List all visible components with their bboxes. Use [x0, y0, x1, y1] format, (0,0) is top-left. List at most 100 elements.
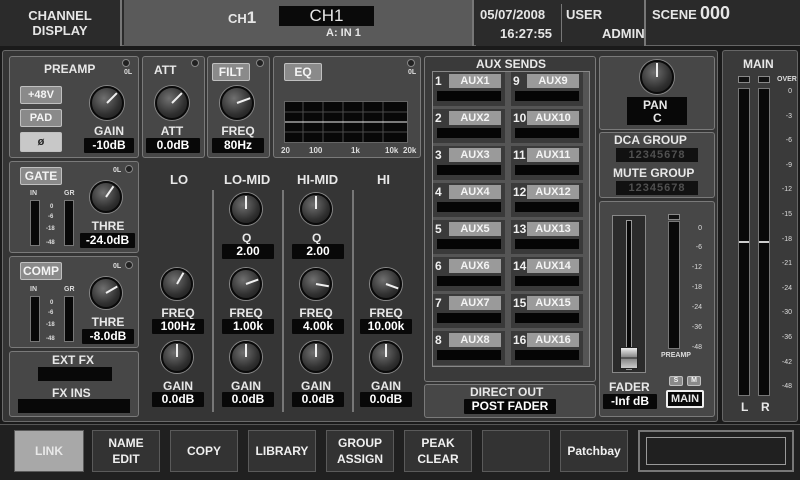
link-button[interactable]: LINK: [14, 430, 84, 472]
screen-title: CHANNEL DISPLAY: [0, 0, 122, 46]
aux-send-level-bar[interactable]: [437, 128, 501, 138]
aux-send-level-bar[interactable]: [437, 202, 501, 212]
fx-ins-label: FX INS: [52, 386, 91, 400]
mute-group-digits[interactable]: 12345678: [616, 181, 698, 195]
aux-send-1[interactable]: 1 AUX1: [433, 72, 505, 106]
aux-send-12[interactable]: 12 AUX12: [511, 183, 583, 217]
direct-out-title: DIRECT OUT: [470, 385, 544, 399]
aux-send-level-bar[interactable]: [437, 350, 501, 360]
himid-gain-knob[interactable]: [300, 341, 332, 373]
gate-thre-label: THRE: [91, 219, 125, 233]
lo-freq-knob[interactable]: [161, 268, 193, 300]
aux-send-2[interactable]: 2 AUX2: [433, 109, 505, 143]
aux-send-level-bar[interactable]: [437, 313, 501, 323]
aux-send-level-bar[interactable]: [515, 239, 579, 249]
aux-send-7[interactable]: 7 AUX7: [433, 294, 505, 328]
aux-send-6[interactable]: 6 AUX6: [433, 257, 505, 291]
preamp-ol-label: 0L: [124, 69, 133, 76]
hi-freq-knob[interactable]: [370, 268, 402, 300]
blank-button[interactable]: [482, 430, 550, 472]
aux-send-number: 2: [435, 111, 442, 125]
eq-graph[interactable]: [284, 101, 408, 143]
solo-button[interactable]: S: [669, 376, 683, 386]
pad-button[interactable]: PAD: [20, 109, 62, 127]
aux-send-level-bar[interactable]: [515, 165, 579, 175]
eq-axis-100: 100: [309, 146, 323, 155]
lomid-freq-knob[interactable]: [230, 268, 262, 300]
lo-freq-label: FREQ: [161, 306, 195, 320]
aux-send-16[interactable]: 16 AUX16: [511, 331, 583, 365]
comp-gr-meter: [64, 296, 74, 342]
aux-send-level-bar[interactable]: [437, 239, 501, 249]
aux-send-level-bar[interactable]: [515, 276, 579, 286]
aux-send-level-bar[interactable]: [437, 276, 501, 286]
aux-send-11[interactable]: 11 AUX11: [511, 146, 583, 180]
aux-send-number: 12: [513, 185, 527, 199]
fader-scale-tick: -36: [691, 324, 702, 331]
name-edit-button[interactable]: NAME EDIT: [92, 430, 160, 472]
aux-send-level-bar[interactable]: [515, 202, 579, 212]
channel-name-field[interactable]: CH1: [279, 6, 374, 26]
aux-send-3[interactable]: 3 AUX3: [433, 146, 505, 180]
att-value: 0.0dB: [146, 138, 200, 153]
eq-band-divider-3: [352, 190, 354, 412]
aux-send-level-bar[interactable]: [515, 313, 579, 323]
aux-send-level-bar[interactable]: [437, 165, 501, 175]
aux-send-number: 4: [435, 185, 442, 199]
att-knob[interactable]: [155, 86, 189, 120]
lomid-gain-label: GAIN: [231, 379, 261, 393]
peak-clear-button[interactable]: PEAK CLEAR: [404, 430, 472, 472]
aux-send-4[interactable]: 4 AUX4: [433, 183, 505, 217]
dca-group-digits[interactable]: 12345678: [616, 148, 698, 162]
aux-send-9[interactable]: 9 AUX9: [511, 72, 583, 106]
patchbay-button[interactable]: Patchbay: [560, 430, 628, 472]
gain-knob[interactable]: [90, 86, 124, 120]
aux-send-level-bar[interactable]: [515, 91, 579, 101]
lo-gain-knob[interactable]: [161, 341, 193, 373]
himid-q-knob[interactable]: [300, 193, 332, 225]
aux-send-10[interactable]: 10 AUX10: [511, 109, 583, 143]
pan-knob[interactable]: [640, 60, 674, 94]
hi-freq-label: FREQ: [369, 306, 403, 320]
main-assign-button[interactable]: MAIN: [666, 390, 704, 408]
phantom-48v-button[interactable]: +48V: [20, 86, 62, 104]
aux-send-number: 7: [435, 296, 442, 310]
gate-thre-knob[interactable]: [90, 181, 122, 213]
main-over-l: [738, 76, 750, 83]
comp-button[interactable]: COMP: [20, 262, 62, 280]
fader-scale-tick: -24: [691, 304, 702, 311]
direct-out-value[interactable]: POST FADER: [464, 399, 556, 414]
lomid-gain-knob[interactable]: [230, 341, 262, 373]
aux-send-level-bar[interactable]: [515, 350, 579, 360]
phase-button[interactable]: ø: [20, 132, 62, 152]
eq-button[interactable]: EQ: [284, 63, 322, 81]
aux-send-level-bar[interactable]: [515, 128, 579, 138]
filt-button[interactable]: FILT: [212, 63, 250, 81]
copy-button[interactable]: COPY: [170, 430, 238, 472]
lomid-q-knob[interactable]: [230, 193, 262, 225]
himid-freq-knob[interactable]: [300, 268, 332, 300]
gate-scale-6: -6: [48, 214, 54, 220]
library-button[interactable]: LIBRARY: [248, 430, 316, 472]
filt-freq-knob[interactable]: [220, 86, 254, 120]
gate-ol-label: 0L: [113, 167, 122, 174]
ext-fx-field[interactable]: [38, 367, 112, 381]
fader-knob[interactable]: [620, 347, 638, 370]
comp-thre-knob[interactable]: [90, 277, 122, 309]
scene-number[interactable]: 000: [700, 3, 730, 24]
mute-button[interactable]: M: [687, 376, 701, 386]
aux-send-15[interactable]: 15 AUX15: [511, 294, 583, 328]
lo-freq-value: 100Hz: [152, 319, 204, 334]
ext-fx-label: EXT FX: [52, 353, 95, 367]
fx-ins-field[interactable]: [18, 399, 130, 413]
aux-send-8[interactable]: 8 AUX8: [433, 331, 505, 365]
group-assign-button[interactable]: GROUP ASSIGN: [326, 430, 394, 472]
aux-send-13[interactable]: 13 AUX13: [511, 220, 583, 254]
aux-send-5[interactable]: 5 AUX5: [433, 220, 505, 254]
aux-send-level-bar[interactable]: [437, 91, 501, 101]
gate-button[interactable]: GATE: [20, 167, 62, 185]
hi-gain-knob[interactable]: [370, 341, 402, 373]
aux-send-14[interactable]: 14 AUX14: [511, 257, 583, 291]
preamp-ol-led: [122, 59, 130, 67]
lomid-gain-value: 0.0dB: [222, 392, 274, 407]
